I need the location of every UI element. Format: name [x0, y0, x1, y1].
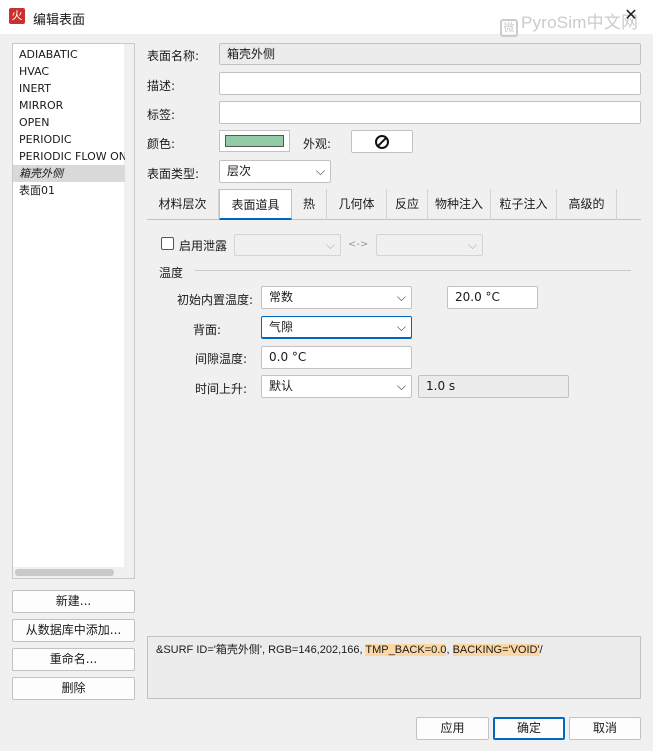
backing-label: 背面:: [193, 323, 222, 337]
color-swatch: [225, 135, 284, 147]
tab-material-layers[interactable]: 材料层次: [147, 189, 219, 220]
tab-surface-props[interactable]: 表面道具: [219, 189, 292, 220]
pyrosim-app-icon: 火: [9, 8, 25, 24]
nml-backing: BACKING='VOID': [452, 644, 540, 656]
chevron-down-icon: ⌵: [467, 238, 477, 252]
color-label: 颜色:: [147, 137, 176, 151]
apply-button[interactable]: 应用: [416, 717, 489, 740]
surface-list-item[interactable]: INERT: [13, 80, 125, 97]
appearance-label: 外观:: [303, 137, 332, 151]
chevron-down-icon: ⌵: [396, 320, 406, 334]
initial-temperature-mode-value: 常数: [269, 290, 294, 304]
leakage-arrow-label: <->: [348, 239, 369, 250]
leakage-from-select[interactable]: ⌵: [234, 234, 341, 256]
surface-type-label: 表面类型:: [147, 167, 200, 181]
chevron-down-icon: ⌵: [315, 164, 325, 178]
leakage-to-select[interactable]: ⌵: [376, 234, 483, 256]
tag-label: 标签:: [147, 108, 176, 122]
initial-temperature-value-field[interactable]: 20.0 °C: [447, 286, 538, 309]
surface-name-label: 表面名称:: [147, 49, 200, 63]
enable-leakage-checkbox[interactable]: [161, 237, 174, 250]
description-field[interactable]: [219, 72, 641, 95]
chevron-down-icon: ⌵: [396, 379, 406, 393]
nml-suffix: /: [539, 644, 543, 656]
chevron-down-icon: ⌵: [396, 290, 406, 304]
fds-record-preview: &SURF ID='箱壳外侧', RGB=146,202,166, TMP_BA…: [147, 636, 641, 699]
backing-select[interactable]: 气隙 ⌵: [261, 316, 412, 339]
new-button[interactable]: 新建...: [12, 590, 135, 613]
surface-list-item[interactable]: 箱壳外侧: [13, 165, 125, 182]
tab-advanced[interactable]: 高级的: [557, 189, 617, 220]
time-ramp-mode-value: 默认: [269, 379, 294, 393]
tab-thermal[interactable]: 热: [292, 189, 327, 220]
nml-tmp-back: TMP_BACK=0.0: [365, 644, 447, 656]
close-icon[interactable]: ✕: [622, 6, 640, 24]
chevron-down-icon: ⌵: [325, 238, 335, 252]
time-ramp-value-field[interactable]: 1.0 s: [418, 375, 569, 398]
tab-species-injection[interactable]: 物种注入: [428, 189, 491, 220]
description-label: 描述:: [147, 79, 176, 93]
color-picker-button[interactable]: [219, 130, 290, 152]
surface-list-item[interactable]: OPEN: [13, 114, 125, 131]
tab-reaction[interactable]: 反应: [387, 189, 428, 220]
no-texture-icon: [375, 135, 389, 149]
rename-button[interactable]: 重命名...: [12, 648, 135, 671]
window-title: 编辑表面: [33, 13, 86, 28]
surface-list-item[interactable]: HVAC: [13, 63, 125, 80]
delete-button[interactable]: 删除: [12, 677, 135, 700]
tag-field[interactable]: [219, 101, 641, 124]
gap-temperature-label: 间隙温度:: [195, 352, 248, 366]
nml-separator: ,: [446, 644, 453, 656]
add-from-database-button[interactable]: 从数据库中添加...: [12, 619, 135, 642]
nml-prefix: &SURF ID='箱壳外侧', RGB=146,202,166,: [156, 644, 366, 656]
initial-temperature-label: 初始内置温度:: [177, 293, 254, 307]
time-ramp-label: 时间上升:: [195, 382, 248, 396]
surface-list-item[interactable]: PERIODIC: [13, 131, 125, 148]
list-vertical-scrollbar[interactable]: [124, 44, 134, 567]
surface-list-item[interactable]: MIRROR: [13, 97, 125, 114]
title-bar: 火 编辑表面 微 PyroSim中文网 ✕: [0, 0, 653, 37]
surface-type-select[interactable]: 层次 ⌵: [219, 160, 331, 183]
surface-list[interactable]: ADIABATIC HVAC INERT MIRROR OPEN PERIODIC PERI…: [12, 43, 135, 579]
temperature-section-label: 温度: [159, 266, 184, 280]
scrollbar-thumb[interactable]: [15, 569, 114, 576]
surface-list-item[interactable]: 表面01: [13, 182, 125, 199]
watermark: 微 PyroSim中文网: [500, 8, 638, 37]
tab-particle-injection[interactable]: 粒子注入: [491, 189, 557, 220]
ok-button[interactable]: 确定: [493, 717, 565, 740]
surface-list-item[interactable]: ADIABATIC: [13, 46, 125, 63]
time-ramp-mode-select[interactable]: 默认 ⌵: [261, 375, 412, 398]
backing-value: 气隙: [269, 320, 294, 334]
surface-name-field[interactable]: 箱壳外侧: [219, 43, 641, 65]
enable-leakage-label: 启用泄露: [179, 239, 228, 253]
section-divider: [195, 270, 631, 271]
gap-temperature-field[interactable]: 0.0 °C: [261, 346, 412, 369]
surface-type-value: 层次: [227, 164, 252, 178]
watermark-logo-icon: 微: [500, 19, 518, 37]
watermark-text: PyroSim中文网: [521, 13, 639, 32]
list-horizontal-scrollbar[interactable]: [13, 567, 134, 578]
property-tabs: 材料层次 表面道具热几何体 反应 物种注入 粒子注入 高级的: [147, 189, 641, 220]
cancel-button[interactable]: 取消: [569, 717, 641, 740]
surface-list-item[interactable]: PERIODIC FLOW ONLY: [13, 148, 125, 165]
appearance-button[interactable]: [351, 130, 413, 153]
tab-geometry[interactable]: 几何体: [327, 189, 387, 220]
initial-temperature-mode-select[interactable]: 常数 ⌵: [261, 286, 412, 309]
